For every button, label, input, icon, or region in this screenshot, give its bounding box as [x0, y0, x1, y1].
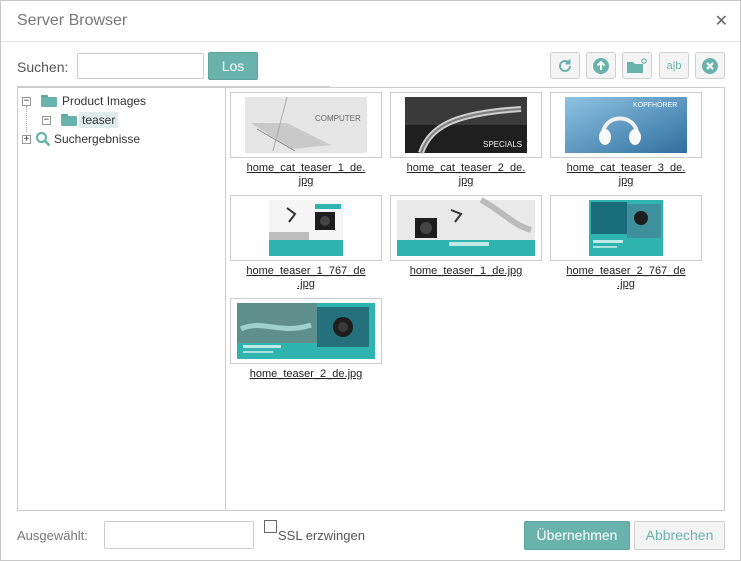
folder-tree: − Product Images − teaser + Suchergebnis… — [17, 87, 226, 511]
selected-label: Ausgewählt: — [17, 528, 88, 543]
thumbnail-image: COMPUTER — [245, 96, 367, 153]
search-input[interactable] — [77, 53, 204, 79]
new-folder-button[interactable] — [622, 52, 652, 79]
close-icon[interactable]: ✕ — [715, 11, 728, 31]
tree-node-search-results[interactable]: + Suchergebnisse — [22, 131, 140, 147]
dialog-title: Server Browser — [17, 12, 128, 29]
thumbnail-caption: SPECIALS — [483, 140, 522, 149]
file-thumbnail[interactable] — [390, 195, 542, 261]
tree-label-teaser: teaser — [79, 112, 119, 128]
file-thumbnail[interactable]: SPECIALS — [390, 92, 542, 158]
folder-icon — [61, 114, 77, 126]
file-thumbnail[interactable] — [230, 298, 382, 364]
delete-icon — [702, 57, 718, 74]
server-browser-dialog: Server Browser ✕ Suchen: Los a|b − Produ… — [0, 0, 741, 561]
delete-button[interactable] — [695, 52, 725, 79]
file-name-line: home_cat_teaser_1_de. — [246, 162, 366, 174]
refresh-button[interactable] — [550, 52, 580, 79]
search-go-button[interactable]: Los — [208, 52, 258, 80]
file-thumbnail[interactable]: KOPFHÖRER — [550, 92, 702, 158]
file-name-link[interactable]: home_teaser_2_767_de .jpg — [546, 265, 706, 291]
search-label: Suchen: — [17, 59, 69, 75]
tree-connector — [26, 106, 27, 132]
thumbnail-image: KOPFHÖRER — [565, 97, 687, 153]
file-name-line: home_teaser_1_de.jpg — [409, 265, 523, 277]
selected-file-input[interactable] — [104, 521, 254, 549]
tree-node-teaser[interactable]: − teaser — [42, 112, 119, 128]
file-name-link[interactable]: home_cat_teaser_2_de. jpg — [386, 162, 546, 188]
file-name-line: home_cat_teaser_2_de. — [406, 162, 526, 174]
search-icon — [35, 131, 51, 147]
file-name-line: home_teaser_2_de.jpg — [249, 368, 363, 380]
file-thumbnail[interactable]: COMPUTER — [230, 92, 382, 158]
collapse-icon[interactable]: − — [42, 115, 51, 125]
rename-icon: a|b — [666, 59, 682, 72]
thumbnail-image — [397, 197, 535, 256]
new-folder-icon — [627, 57, 647, 73]
tree-label-search-results: Suchergebnisse — [54, 132, 141, 146]
rename-button[interactable]: a|b — [659, 52, 689, 79]
thumbnail-image — [269, 200, 343, 256]
upload-icon — [593, 57, 609, 74]
file-name-line: home_cat_teaser_3_de. — [566, 162, 686, 174]
ssl-checkbox[interactable] — [264, 520, 277, 533]
thumbnail-image — [589, 200, 663, 256]
tree-label-product-images: Product Images — [62, 94, 147, 108]
file-name-line: jpg — [618, 175, 634, 187]
folder-icon — [41, 95, 57, 107]
file-name-line: home_teaser_1_767_de — [246, 265, 366, 277]
cancel-button[interactable]: Abbrechen — [634, 521, 725, 550]
thumbnail-caption: KOPFHÖRER — [633, 101, 677, 109]
file-name-line: home_teaser_2_767_de — [566, 265, 686, 277]
file-name-line: jpg — [458, 175, 474, 187]
file-name-link[interactable]: home_teaser_1_767_de .jpg — [226, 265, 386, 291]
file-name-line: .jpg — [297, 278, 315, 290]
file-name-link[interactable]: home_cat_teaser_3_de. jpg — [546, 162, 706, 188]
file-thumbnail[interactable] — [230, 195, 382, 261]
refresh-icon — [559, 59, 571, 72]
apply-button[interactable]: Übernehmen — [524, 521, 630, 550]
file-name-link[interactable]: home_cat_teaser_1_de. jpg — [226, 162, 386, 188]
file-name-link[interactable]: home_teaser_1_de.jpg — [386, 265, 546, 278]
file-name-line: jpg — [298, 175, 314, 187]
upload-button[interactable] — [586, 52, 616, 79]
thumbnail-image — [237, 303, 375, 359]
dialog-titlebar: Server Browser ✕ — [1, 1, 740, 42]
ssl-label: SSL erzwingen — [278, 528, 365, 543]
collapse-icon[interactable]: − — [22, 96, 31, 106]
file-name-link[interactable]: home_teaser_2_de.jpg — [226, 368, 386, 381]
thumbnail-caption: COMPUTER — [315, 114, 361, 123]
file-name-line: .jpg — [617, 278, 635, 290]
expand-icon[interactable]: + — [22, 134, 31, 144]
file-thumbnail[interactable] — [550, 195, 702, 261]
tree-node-product-images[interactable]: − Product Images — [22, 94, 146, 108]
thumbnail-image: SPECIALS — [405, 97, 527, 155]
